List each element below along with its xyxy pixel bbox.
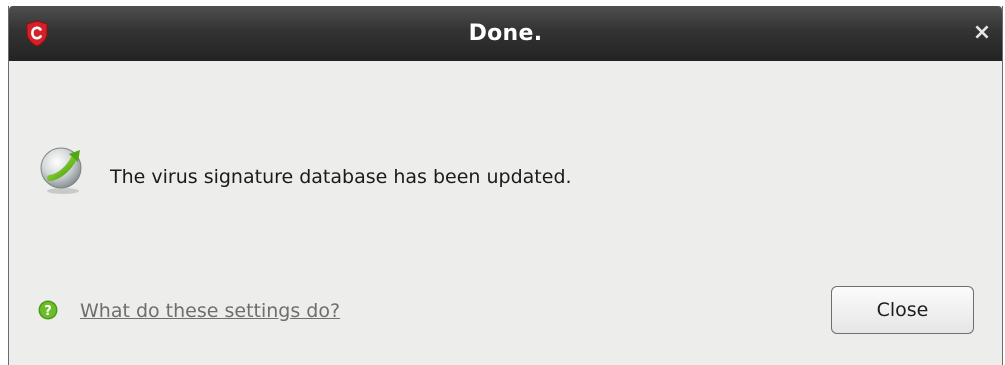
svg-text:?: ?	[44, 304, 52, 319]
close-button[interactable]: Close	[831, 286, 974, 334]
title-bar[interactable]: Done. ×	[9, 6, 1002, 61]
help-settings-link[interactable]: What do these settings do?	[80, 299, 340, 323]
status-message: The virus signature database has been up…	[110, 166, 572, 188]
dialog-title: Done.	[468, 21, 543, 46]
help-question-icon[interactable]: ?	[38, 300, 58, 320]
update-complete-icon	[36, 142, 90, 196]
update-done-dialog: Done. × The virus signature database has	[8, 6, 1003, 365]
close-icon[interactable]: ×	[970, 21, 994, 45]
